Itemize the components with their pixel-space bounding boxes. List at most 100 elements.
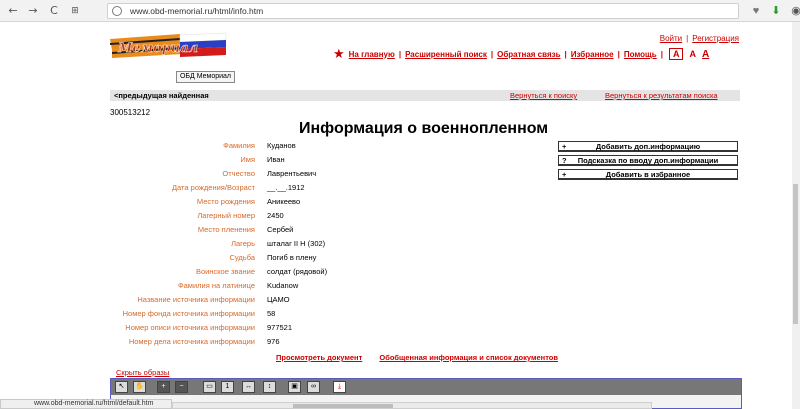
memorial-logo[interactable]: Мемориал xyxy=(110,30,228,64)
field-row: Имя Иван xyxy=(100,155,500,169)
font-size-small[interactable]: A xyxy=(668,48,684,60)
main-nav: ★ На главную | Расширенный поиск | Обратна… xyxy=(333,46,710,62)
login-link[interactable]: Войти xyxy=(660,34,682,43)
field-label: Место рождения xyxy=(196,197,255,206)
scroll-thumb[interactable] xyxy=(293,404,393,408)
auth-links: Войти | Регистрация xyxy=(659,34,739,43)
register-link[interactable]: Регистрация xyxy=(692,34,739,43)
zoom-in-icon[interactable]: + xyxy=(157,381,170,393)
field-label: Фамилия xyxy=(223,141,255,150)
field-label: Номер описи источника информации xyxy=(125,323,255,332)
field-value: Куданов xyxy=(267,141,296,150)
menu-icon[interactable]: ◉ xyxy=(789,4,800,18)
field-value: шталаг II H (302) xyxy=(267,239,326,248)
download-icon[interactable]: ⬇ xyxy=(769,4,783,18)
field-row: Лагерный номер 2450 xyxy=(100,211,500,225)
field-value: 2450 xyxy=(267,211,284,220)
favorite-heart-icon[interactable]: ♥ xyxy=(749,4,763,18)
field-value: 976 xyxy=(267,337,280,346)
field-value: Погиб в плену xyxy=(267,253,317,262)
font-size-medium[interactable]: A xyxy=(689,49,696,59)
add-favorite-label: Добавить в избранное xyxy=(605,170,691,179)
field-value: солдат (рядовой) xyxy=(267,267,328,276)
nav-home[interactable]: На главную xyxy=(349,50,395,59)
field-value: Kudanow xyxy=(267,281,299,290)
back-to-results-link[interactable]: Вернуться к результатам поиска xyxy=(605,91,718,100)
field-label: Номер фонда источника информации xyxy=(122,309,255,318)
field-row: Номер дела источника информации 976 xyxy=(100,337,500,351)
forward-icon[interactable]: → xyxy=(26,4,40,18)
field-label: Отчество xyxy=(222,169,255,178)
field-row: Дата рождения/Возраст __.__.1912 xyxy=(100,183,500,197)
fit-width-icon[interactable]: ↔ xyxy=(242,381,255,393)
reload-icon[interactable]: C xyxy=(47,4,61,18)
input-hint-button[interactable]: Подсказка по вводу доп.информации ? xyxy=(558,155,738,166)
address-url: www.obd-memorial.ru/html/info.htm xyxy=(130,6,264,16)
add-info-label: Добавить доп.информацию xyxy=(595,142,701,151)
field-label: Имя xyxy=(240,155,255,164)
fit-page-icon[interactable]: ▭ xyxy=(203,381,216,393)
summary-info-link[interactable]: Обобщенная информация и список документо… xyxy=(379,353,558,362)
nav-help[interactable]: Помощь xyxy=(624,50,657,59)
field-value: 58 xyxy=(267,309,276,318)
apps-icon[interactable]: ⊞ xyxy=(68,4,82,18)
hand-icon[interactable]: ✋ xyxy=(133,381,146,393)
view-document-link[interactable]: Просмотреть документ xyxy=(276,353,362,362)
prev-result-link[interactable]: <предыдущая найденная xyxy=(114,91,209,100)
print-icon[interactable]: ▣ xyxy=(288,381,301,393)
nav-advanced-search[interactable]: Расширенный поиск xyxy=(405,50,487,59)
star-icon: ★ xyxy=(333,46,345,62)
field-label: Название источника информации xyxy=(137,295,255,304)
field-label: Судьба xyxy=(229,253,256,262)
hide-images-link[interactable]: Скрыть образы xyxy=(116,368,169,377)
field-row: Воинское звание солдат (рядовой) xyxy=(100,267,500,281)
back-to-search-link[interactable]: Вернуться к поиску xyxy=(510,91,577,100)
field-row: Фамилия на латинице Kudanow xyxy=(100,281,500,295)
status-bar: www.obd-memorial.ru/html/default.htm xyxy=(0,399,172,409)
nav-feedback[interactable]: Обратная связь xyxy=(497,50,560,59)
field-value: __.__.1912 xyxy=(267,183,305,192)
field-label: Фамилия на латинице xyxy=(177,281,255,290)
nav-favorites[interactable]: Избранное xyxy=(571,50,614,59)
field-value: Сербей xyxy=(267,225,294,234)
field-row: Фамилия Куданов xyxy=(100,141,500,155)
field-value: Иван xyxy=(267,155,285,164)
plus-icon: + xyxy=(562,142,567,151)
field-label: Место пленения xyxy=(197,225,255,234)
pdf-icon[interactable]: ⤓ xyxy=(333,381,346,393)
viewer-toolbar: ↖ ✋ + − ▭ 1 ↔ ↕ ▣ ∞ ⤓ xyxy=(111,379,741,395)
address-bar[interactable]: www.obd-memorial.ru/html/info.htm xyxy=(107,3,739,19)
record-id: 300513212 xyxy=(110,108,151,117)
question-icon: ? xyxy=(562,156,567,165)
zoom-out-icon[interactable]: − xyxy=(175,381,188,393)
browser-toolbar: ← → C ⊞ www.obd-memorial.ru/html/info.ht… xyxy=(0,0,800,22)
field-value: Аникеево xyxy=(267,197,301,206)
input-hint-label: Подсказка по вводу доп.информации xyxy=(577,156,719,165)
pointer-icon[interactable]: ↖ xyxy=(115,381,128,393)
field-value: ЦАМО xyxy=(267,295,290,304)
field-label: Лагерный номер xyxy=(197,211,255,220)
font-size-large[interactable]: A xyxy=(702,49,709,60)
document-links: Просмотреть документ Обобщенная информац… xyxy=(276,353,573,362)
field-label: Воинское звание xyxy=(195,267,255,276)
field-row: Судьба Погиб в плену xyxy=(100,253,500,267)
field-row: Название источника информации ЦАМО xyxy=(100,295,500,309)
field-row: Номер фонда источника информации 58 xyxy=(100,309,500,323)
link-icon[interactable]: ∞ xyxy=(307,381,320,393)
field-label: Дата рождения/Возраст xyxy=(171,183,255,192)
logo-tooltip: ОБД Мемориал xyxy=(176,71,235,83)
field-row: Место рождения Аникеево xyxy=(100,197,500,211)
add-favorite-button[interactable]: Добавить в избранное + xyxy=(558,169,738,180)
plus-icon: + xyxy=(562,170,567,179)
horizontal-scrollbar[interactable] xyxy=(172,402,652,409)
vertical-scrollbar[interactable] xyxy=(792,22,800,409)
field-row: Номер описи источника информации 977521 xyxy=(100,323,500,337)
fit-height-icon[interactable]: ↕ xyxy=(263,381,276,393)
field-row: Отчество Лаврентьевич xyxy=(100,169,500,183)
logo-text: Мемориал xyxy=(117,41,198,56)
actual-size-icon[interactable]: 1 xyxy=(221,381,234,393)
globe-icon xyxy=(112,6,122,16)
add-info-button[interactable]: Добавить доп.информацию + xyxy=(558,141,738,152)
scroll-thumb[interactable] xyxy=(793,184,798,324)
back-icon[interactable]: ← xyxy=(6,4,20,18)
